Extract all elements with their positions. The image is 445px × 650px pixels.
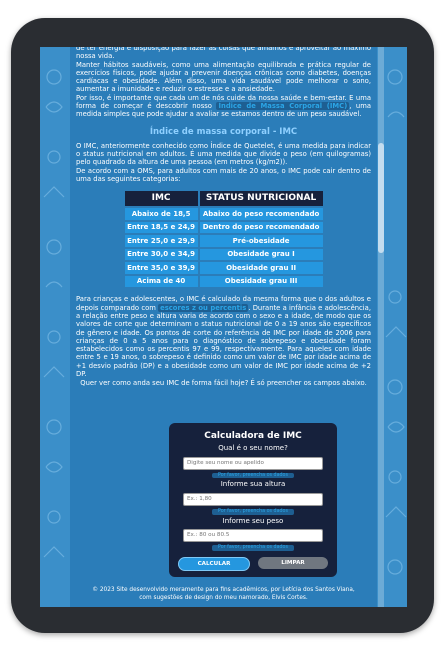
footer-line: com sugestões de design do meu namorado,… [139,594,308,601]
calculator-buttons: CALCULAR LIMPAR [169,557,337,572]
table-cell-imc: Entre 25,0 e 29,9 [124,235,198,247]
table-cell-imc: Entre 35,0 e 39,9 [124,262,198,274]
main-content: de ter energia e disposição para fazer a… [70,47,377,607]
table-header-status: STATUS NUTRICIONAL [199,191,323,207]
table-cell-status: Obesidade grau I [199,248,323,261]
bmi-intro-paragraph: Por isso, é importante que cada um de nó… [76,94,371,119]
habits-paragraph: Manter hábitos saudáveis, como uma alime… [76,60,371,94]
section-heading: Índice de massa corporal - IMC [149,126,298,137]
intro-paragraph-end: de ter energia e disposição para fazer a… [76,47,371,61]
table-cell-imc: Entre 18,5 e 24,9 [124,221,198,234]
name-label: Qual é o seu nome? [218,443,288,452]
table-row: Entre 35,0 e 39,9 Obesidade grau II [124,262,323,274]
bmi-table: IMC STATUS NUTRICIONAL Abaixo de 18,5 Ab… [124,189,323,289]
table-cell-status: Dentro do peso recomendado [199,221,323,234]
cta-paragraph: Quer ver como anda seu IMC de forma fáci… [80,379,367,388]
table-row: Entre 18,5 e 24,9 Dentro do peso recomen… [124,221,323,234]
table-row: Entre 25,0 e 29,9 Pré-obesidade [124,235,323,247]
scrollbar-track[interactable] [378,47,384,607]
table-cell-imc: Acima de 40 [124,275,198,288]
height-warning: Por favor, preencha os dados [212,508,294,515]
children-text-end: . Durante a infância e adolescência, a r… [76,303,372,378]
table-cell-imc: Entre 30,0 e 34,9 [124,248,198,261]
footer: © 2023 Site desenvolvido meramente para … [70,587,377,602]
weight-warning: Por favor, preencha os dados [212,545,294,552]
height-label: Informe sua altura [220,480,286,489]
screen: de ter energia e disposição para fazer a… [40,47,407,607]
bmi-highlight: Índice de Massa Corporal (IMC) [216,101,350,110]
bmi-calculator: Calculadora de IMC Qual é o seu nome? Po… [169,423,337,577]
calculate-button[interactable]: CALCULAR [178,557,250,572]
table-row: Entre 30,0 e 34,9 Obesidade grau I [124,248,323,261]
oms-paragraph: De acordo com a OMS, para adultos com ma… [76,166,371,184]
table-cell-status: Pré-obesidade [199,235,323,247]
table-header-row: IMC STATUS NUTRICIONAL [124,191,323,207]
table-cell-imc: Abaixo de 18,5 [124,208,198,220]
height-input[interactable] [183,492,323,506]
scrollbar-thumb[interactable] [378,143,384,253]
table-row: Acima de 40 Obesidade grau III [124,275,323,288]
clear-button[interactable]: LIMPAR [258,557,328,570]
footer-line: © 2023 Site desenvolvido meramente para … [92,587,355,593]
percentile-highlight: escores z ou percentis [158,303,249,312]
table-row: Abaixo de 18,5 Abaixo do peso recomendad… [124,208,323,220]
table-cell-status: Abaixo do peso recomendado [199,208,323,220]
quetelet-paragraph: O IMC, anteriormente conhecido como Índi… [76,141,371,167]
name-input[interactable] [183,456,323,470]
table-header-imc: IMC [124,191,198,207]
table-cell-status: Obesidade grau III [199,275,323,288]
weight-label: Informe seu peso [222,516,284,525]
calculator-title: Calculadora de IMC [204,431,302,441]
weight-input[interactable] [183,529,323,543]
table-cell-status: Obesidade grau II [199,262,323,274]
name-warning: Por favor, preencha os dados [212,472,294,479]
children-paragraph: Para crianças e adolescentes, o IMC é ca… [76,295,371,378]
